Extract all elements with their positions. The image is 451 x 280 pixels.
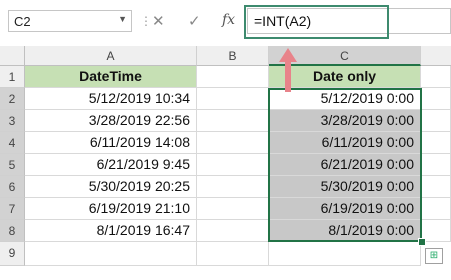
cell-b2[interactable]	[197, 88, 269, 110]
row-header-7[interactable]: 7	[0, 198, 25, 220]
cell-c7[interactable]: 6/19/2019 0:00	[269, 198, 421, 220]
cell-d7[interactable]	[421, 198, 451, 220]
row-header-8[interactable]: 8	[0, 220, 25, 242]
cell-a5[interactable]: 6/21/2019 9:45	[25, 154, 197, 176]
cell-d5[interactable]	[421, 154, 451, 176]
cell-d4[interactable]	[421, 132, 451, 154]
cell-b1[interactable]	[197, 66, 269, 88]
cell-b7[interactable]	[197, 198, 269, 220]
cell-b6[interactable]	[197, 176, 269, 198]
formula-bar: C2 ▼ ⋮ ✕ ✓ fx =INT(A2)	[0, 0, 451, 42]
cancel-icon[interactable]: ✕	[152, 12, 165, 30]
row-header-3[interactable]: 3	[0, 110, 25, 132]
cell-c6[interactable]: 5/30/2019 0:00	[269, 176, 421, 198]
chevron-down-icon[interactable]: ▼	[118, 14, 127, 24]
fill-handle[interactable]	[418, 238, 426, 246]
cell-c9[interactable]	[269, 242, 421, 266]
arrow-up-icon	[279, 48, 297, 92]
row-header-2[interactable]: 2	[0, 88, 25, 110]
cell-a2[interactable]: 5/12/2019 10:34	[25, 88, 197, 110]
cell-a4[interactable]: 6/11/2019 14:08	[25, 132, 197, 154]
insert-function-button[interactable]: fx	[222, 12, 235, 28]
cell-d2[interactable]	[421, 88, 451, 110]
cell-b5[interactable]	[197, 154, 269, 176]
column-header-a[interactable]: A	[25, 46, 197, 66]
cell-d3[interactable]	[421, 110, 451, 132]
name-box[interactable]: C2 ▼	[8, 10, 132, 32]
cell-a6[interactable]: 5/30/2019 20:25	[25, 176, 197, 198]
cell-a9[interactable]	[25, 242, 197, 266]
column-header-d[interactable]	[421, 46, 451, 66]
quick-analysis-icon[interactable]: ⊞	[425, 248, 443, 264]
row-header-5[interactable]: 5	[0, 154, 25, 176]
separator-dots-icon: ⋮	[140, 14, 152, 28]
cell-c5[interactable]: 6/21/2019 0:00	[269, 154, 421, 176]
cell-c3[interactable]: 3/28/2019 0:00	[269, 110, 421, 132]
row-header-9[interactable]: 9	[0, 242, 25, 266]
cell-b4[interactable]	[197, 132, 269, 154]
select-all-corner[interactable]	[0, 46, 25, 66]
cell-c8[interactable]: 8/1/2019 0:00	[269, 220, 421, 242]
cell-d1[interactable]	[421, 66, 451, 88]
cell-a1[interactable]: DateTime	[25, 66, 197, 88]
row-header-6[interactable]: 6	[0, 176, 25, 198]
column-header-b[interactable]: B	[197, 46, 269, 66]
cell-b8[interactable]	[197, 220, 269, 242]
cell-c4[interactable]: 6/11/2019 0:00	[269, 132, 421, 154]
name-box-value: C2	[14, 14, 31, 29]
cell-a3[interactable]: 3/28/2019 22:56	[25, 110, 197, 132]
cell-b3[interactable]	[197, 110, 269, 132]
cell-a8[interactable]: 8/1/2019 16:47	[25, 220, 197, 242]
enter-icon[interactable]: ✓	[188, 12, 201, 30]
cell-b9[interactable]	[197, 242, 269, 266]
row-header-1[interactable]: 1	[0, 66, 25, 88]
cell-d6[interactable]	[421, 176, 451, 198]
formula-highlight-box	[244, 5, 389, 39]
cell-a7[interactable]: 6/19/2019 21:10	[25, 198, 197, 220]
row-header-4[interactable]: 4	[0, 132, 25, 154]
